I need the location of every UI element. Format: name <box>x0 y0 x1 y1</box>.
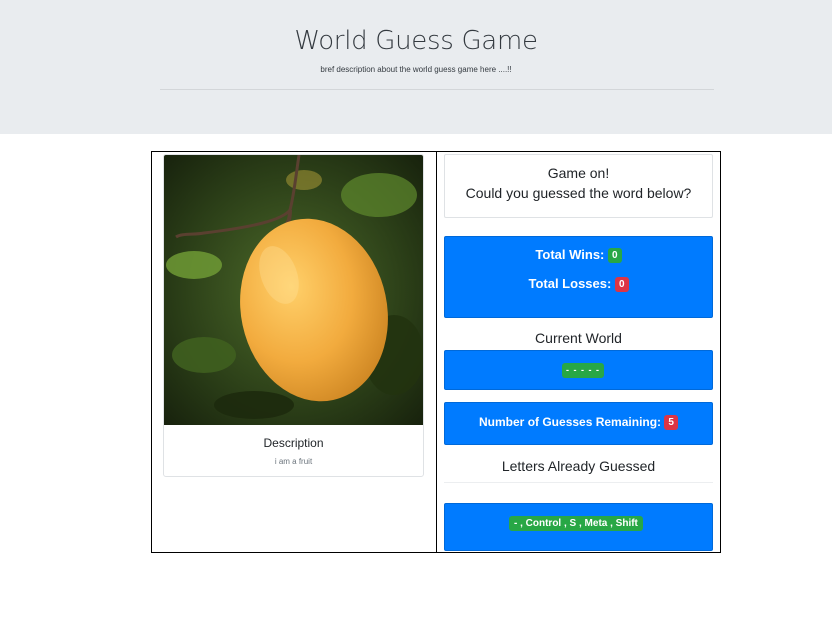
letters-guessed-box: - , Control , S , Meta , Shift <box>444 503 713 551</box>
guesses-label: Number of Guesses Remaining: <box>479 415 662 429</box>
current-word-box: - - - - - <box>444 350 713 390</box>
card-text: i am a fruit <box>274 457 313 466</box>
score-box: Total Wins: 0 Total Losses: 0 <box>444 236 713 318</box>
losses-row: Total Losses: 0 <box>445 276 712 292</box>
guesses-remaining-box: Number of Guesses Remaining: 5 <box>444 402 713 445</box>
game-message-box: Game on! Could you guessed the word belo… <box>444 154 713 218</box>
losses-badge: 0 <box>614 277 629 292</box>
letters-guessed-badge: - , Control , S , Meta , Shift <box>509 516 643 531</box>
guesses-badge: 5 <box>664 415 678 430</box>
page-description: bref description about the world guess g… <box>320 65 512 74</box>
wins-label: Total Wins: <box>535 247 605 262</box>
game-prompt-text: Could you guessed the word below? <box>465 185 692 201</box>
current-word-badge: - - - - - <box>562 363 604 378</box>
current-word-heading: Current World <box>535 330 622 346</box>
game-status-text: Game on! <box>547 165 610 181</box>
jumbotron-header: World Guess Game bref description about … <box>0 0 832 134</box>
guesses-row: Number of Guesses Remaining: 5 <box>445 415 712 430</box>
wins-badge: 0 <box>608 248 622 263</box>
mango-image <box>164 155 423 425</box>
hint-card: Description i am a fruit <box>163 154 424 477</box>
losses-label: Total Losses: <box>528 276 612 291</box>
letters-guessed-heading: Letters Already Guessed <box>501 458 656 474</box>
header-divider <box>160 89 714 90</box>
wins-row: Total Wins: 0 <box>445 247 712 263</box>
letters-divider <box>444 482 713 483</box>
page-title: World Guess Game <box>294 26 538 56</box>
card-title: Description <box>263 436 324 450</box>
